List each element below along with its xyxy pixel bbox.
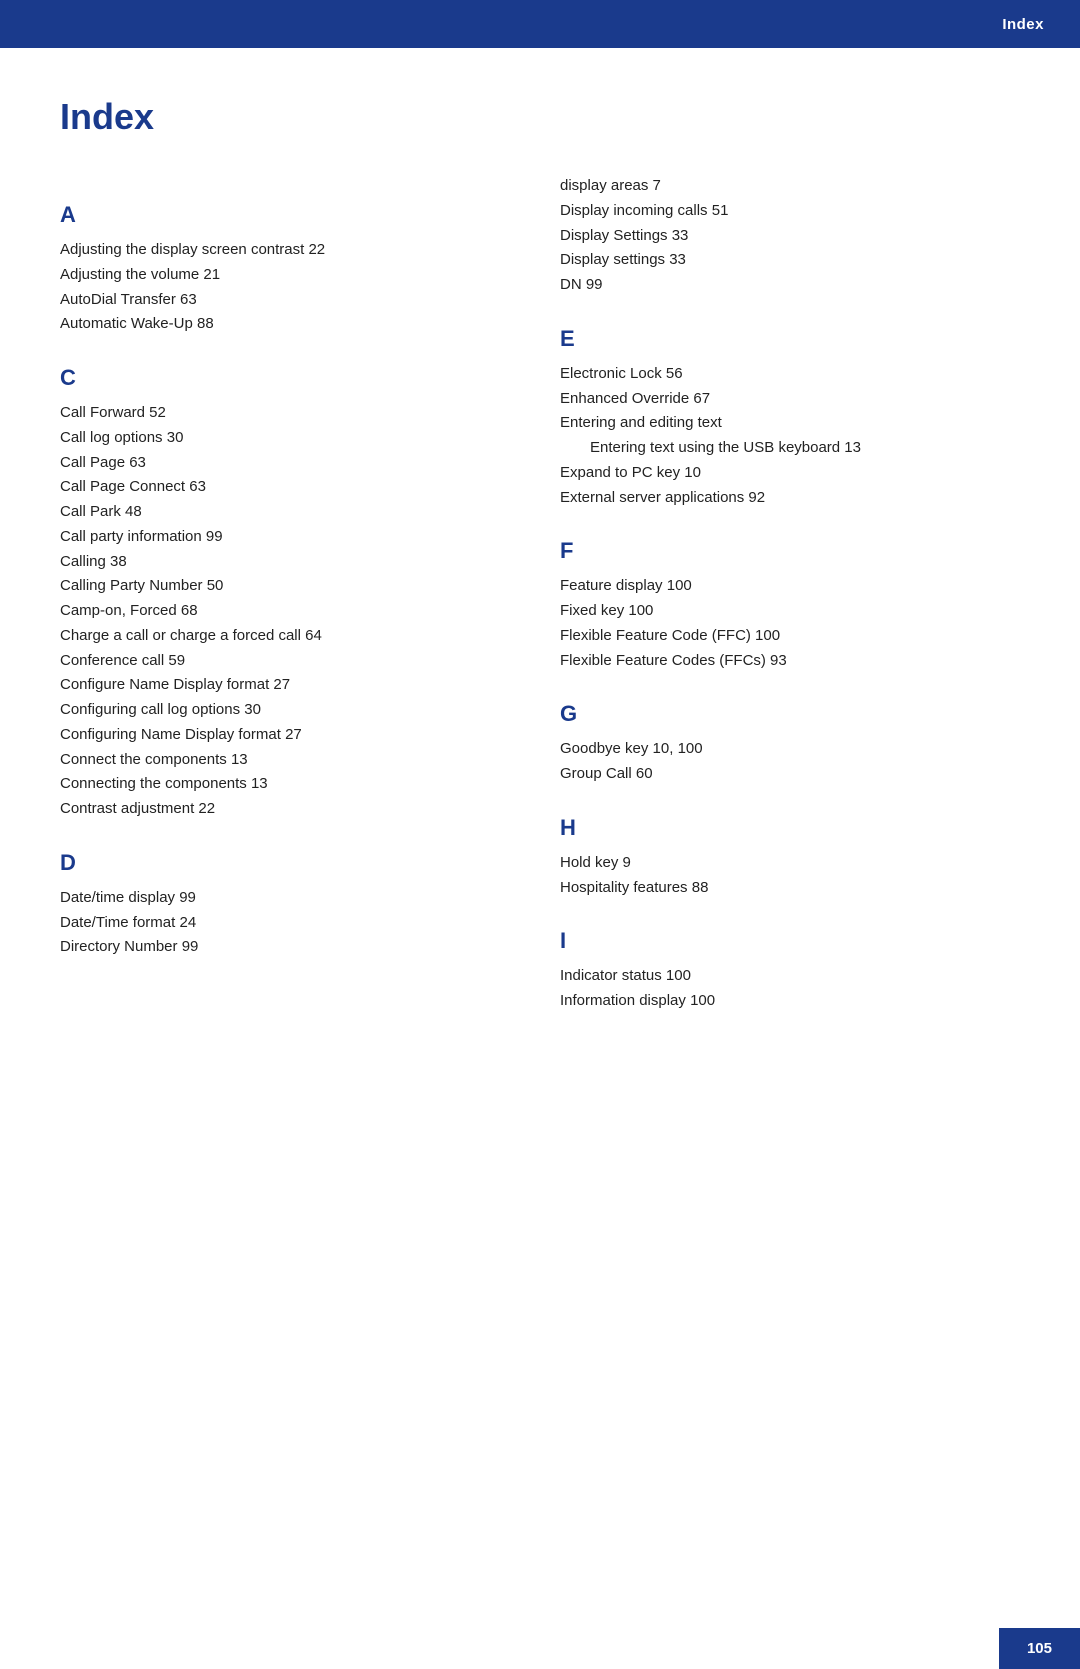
index-entry: Group Call 60 (560, 762, 1020, 787)
page-number: 105 (1027, 1640, 1052, 1657)
section-letter: E (560, 326, 1020, 352)
index-entry: Enhanced Override 67 (560, 387, 1020, 412)
right-column: display areas 7Display incoming calls 51… (560, 174, 1020, 1014)
section-letter: G (560, 701, 1020, 727)
index-entry: Adjusting the volume 21 (60, 263, 520, 288)
index-entry: Indicator status 100 (560, 964, 1020, 989)
section-letter: C (60, 365, 520, 391)
header-bar: Index (0, 0, 1080, 48)
index-entry: Flexible Feature Code (FFC) 100 (560, 624, 1020, 649)
index-entry: Contrast adjustment 22 (60, 797, 520, 822)
index-entry: Call party information 99 (60, 525, 520, 550)
index-entry: Feature display 100 (560, 574, 1020, 599)
index-entry: Flexible Feature Codes (FFCs) 93 (560, 649, 1020, 674)
index-entry: Calling 38 (60, 550, 520, 575)
index-entry: Date/Time format 24 (60, 911, 520, 936)
index-entry: Conference call 59 (60, 649, 520, 674)
section-letter: I (560, 928, 1020, 954)
index-entry: DN 99 (560, 273, 1020, 298)
header-label: Index (1002, 16, 1044, 33)
index-entry: Configure Name Display format 27 (60, 673, 520, 698)
index-entry: Automatic Wake-Up 88 (60, 312, 520, 337)
index-entry: Display Settings 33 (560, 224, 1020, 249)
index-entry: Goodbye key 10, 100 (560, 737, 1020, 762)
index-entry: Electronic Lock 56 (560, 362, 1020, 387)
index-entry: Charge a call or charge a forced call 64 (60, 624, 520, 649)
index-entry: Display incoming calls 51 (560, 199, 1020, 224)
index-entry: External server applications 92 (560, 486, 1020, 511)
index-entry: Calling Party Number 50 (60, 574, 520, 599)
index-entry: Call log options 30 (60, 426, 520, 451)
index-entry: Hold key 9 (560, 851, 1020, 876)
index-entry: Entering text using the USB keyboard 13 (560, 436, 1020, 461)
index-entry: Adjusting the display screen contrast 22 (60, 238, 520, 263)
index-entry: Call Page Connect 63 (60, 475, 520, 500)
left-column: A Adjusting the display screen contrast 2… (60, 174, 520, 1014)
page-title: Index (60, 96, 1020, 138)
index-entry: Entering and editing text (560, 411, 1020, 436)
index-entry: Camp-on, Forced 68 (60, 599, 520, 624)
index-entry: AutoDial Transfer 63 (60, 288, 520, 313)
footer-bar: 105 (999, 1628, 1080, 1669)
index-entry: Configuring call log options 30 (60, 698, 520, 723)
index-entry: Fixed key 100 (560, 599, 1020, 624)
section-letter: H (560, 815, 1020, 841)
section-letter: F (560, 538, 1020, 564)
index-entry: Connect the components 13 (60, 748, 520, 773)
index-entry: Information display 100 (560, 989, 1020, 1014)
index-entry: Connecting the components 13 (60, 772, 520, 797)
index-entry: Configuring Name Display format 27 (60, 723, 520, 748)
index-entry: Hospitality features 88 (560, 876, 1020, 901)
index-entry: Expand to PC key 10 (560, 461, 1020, 486)
section-letter: A (60, 202, 520, 228)
index-entry: Call Park 48 (60, 500, 520, 525)
section-letter: D (60, 850, 520, 876)
index-entry: display areas 7 (560, 174, 1020, 199)
index-entry: Directory Number 99 (60, 935, 520, 960)
index-entry: Call Forward 52 (60, 401, 520, 426)
index-entry: Display settings 33 (560, 248, 1020, 273)
index-entry: Call Page 63 (60, 451, 520, 476)
index-entry: Date/time display 99 (60, 886, 520, 911)
